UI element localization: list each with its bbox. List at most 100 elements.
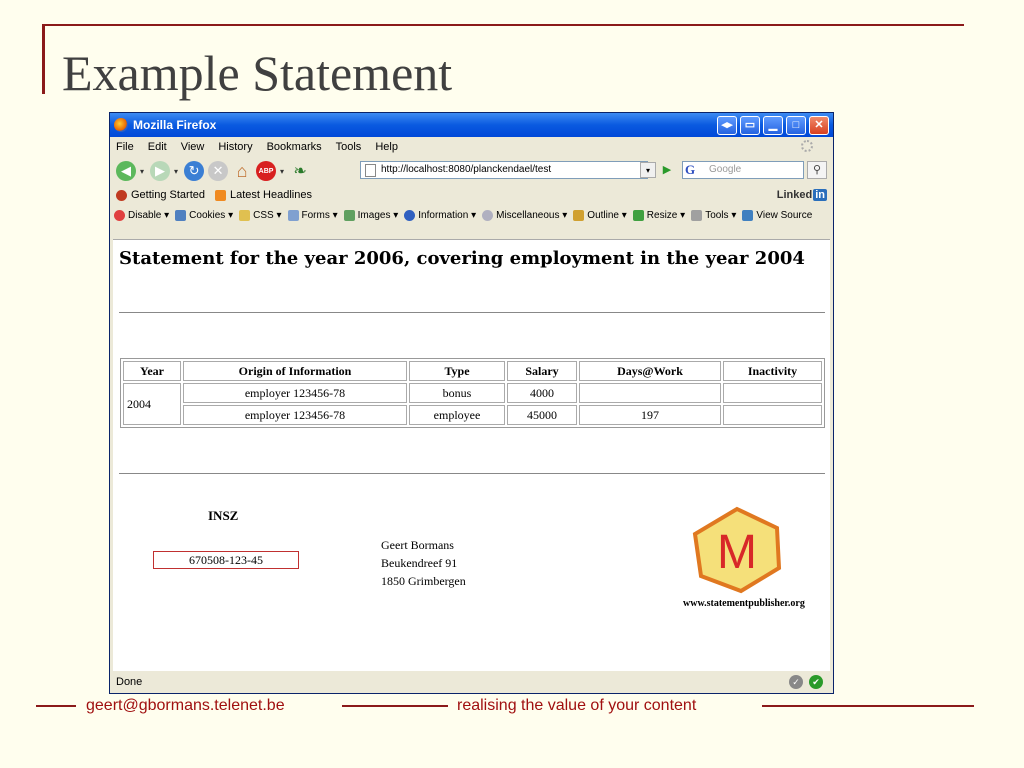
- close-button[interactable]: ✕: [809, 115, 829, 135]
- column-header: Type: [409, 361, 505, 381]
- firefox-bookmark-icon: [116, 189, 127, 201]
- devbar-information[interactable]: Information ▾: [404, 209, 476, 221]
- devbar-label: Outline: [587, 209, 619, 221]
- devbar-label: Images: [357, 209, 391, 221]
- devbar-label: Disable: [128, 209, 162, 221]
- firefox-logo-icon: [114, 118, 128, 132]
- devbar-outline[interactable]: Outline ▾: [573, 209, 627, 221]
- stop-icon[interactable]: ✕: [208, 161, 229, 181]
- url-dropdown-icon[interactable]: ▾: [640, 162, 656, 178]
- menu-view[interactable]: View: [181, 141, 205, 153]
- forms-icon: [287, 209, 299, 221]
- page-icon: [365, 164, 376, 177]
- url-bar[interactable]: http://localhost:8080/planckendael/test: [360, 161, 648, 179]
- maximize-button[interactable]: □: [786, 115, 806, 135]
- menu-history[interactable]: History: [218, 141, 252, 153]
- devbar-miscellaneous[interactable]: Miscellaneous ▾: [482, 209, 567, 221]
- column-header: Inactivity: [723, 361, 822, 381]
- back-icon[interactable]: ◀: [116, 161, 136, 181]
- resize-icon: [632, 209, 644, 221]
- forward-dropdown-icon[interactable]: ▾: [174, 167, 178, 176]
- logo-url: www.statementpublisher.org: [683, 598, 805, 609]
- page-content: Statement for the year 2006, covering em…: [113, 239, 830, 671]
- search-icon[interactable]: ⚲: [807, 161, 827, 179]
- web-developer-toolbar: Disable ▾ Cookies ▾ CSS ▾ Forms ▾ Images…: [110, 205, 833, 225]
- statementpublisher-logo-icon: M: [692, 506, 782, 594]
- google-icon: G: [685, 162, 696, 177]
- devbar-label: Information: [418, 209, 469, 221]
- bookmarks-bar: Getting Started Latest Headlines Linked i…: [110, 185, 833, 205]
- footer-tagline: realising the value of your content: [457, 697, 697, 714]
- address-block: Geert Bormans Beukendreef 91 1850 Grimbe…: [381, 536, 466, 590]
- linkedin-button[interactable]: Linked in: [777, 189, 827, 201]
- menu-help[interactable]: Help: [375, 141, 398, 153]
- leaf-icon[interactable]: ❧: [290, 161, 310, 181]
- status-text: Done: [116, 676, 143, 688]
- reload-icon[interactable]: ↻: [184, 161, 205, 181]
- devbar-label: View Source: [756, 209, 813, 221]
- adblock-dropdown-icon[interactable]: ▾: [280, 167, 284, 176]
- tools-icon: [691, 209, 703, 221]
- type-cell: bonus: [409, 383, 505, 403]
- days-cell: 197: [579, 405, 721, 425]
- images-icon: [343, 209, 355, 221]
- inactivity-cell: [723, 405, 822, 425]
- divider: [119, 312, 825, 313]
- menu-bar: File Edit View History Bookmarks Tools H…: [110, 137, 833, 157]
- devbar-label: Miscellaneous: [496, 209, 560, 221]
- column-header: Origin of Information: [183, 361, 407, 381]
- bookmark-getting-started[interactable]: Getting Started: [116, 189, 205, 201]
- status-bar: Done ✓ ✔: [110, 671, 833, 693]
- statement-heading: Statement for the year 2006, covering em…: [119, 248, 805, 269]
- days-cell: [579, 383, 721, 403]
- address-name: Geert Bormans: [381, 538, 454, 552]
- slide-title: Example Statement: [62, 45, 453, 101]
- table-row: 2004 employer 123456-78 bonus 4000: [123, 383, 822, 425]
- adblock-icon[interactable]: ABP: [256, 161, 277, 181]
- logo-letter: M: [717, 526, 757, 579]
- linkedin-icon: in: [813, 189, 827, 201]
- view-source-icon: [742, 209, 754, 221]
- devbar-disable[interactable]: Disable ▾: [114, 209, 169, 221]
- search-input[interactable]: G Google: [682, 161, 804, 179]
- status-ok-icon[interactable]: ✔: [809, 675, 823, 689]
- forward-icon[interactable]: ▶: [150, 161, 171, 181]
- devbar-css[interactable]: CSS ▾: [239, 209, 282, 221]
- title-bar: Mozilla Firefox ◂▸ ▭ ▁ □ ✕: [110, 113, 833, 137]
- devbar-resize[interactable]: Resize ▾: [632, 209, 685, 221]
- menu-tools[interactable]: Tools: [336, 141, 362, 153]
- footer-rule: [342, 705, 448, 707]
- table-row: employer 123456-78 employee 45000 197: [123, 405, 822, 425]
- browser-window: Mozilla Firefox ◂▸ ▭ ▁ □ ✕ File Edit Vie…: [109, 112, 834, 694]
- devbar-forms[interactable]: Forms ▾: [287, 209, 338, 221]
- menu-file[interactable]: File: [116, 141, 134, 153]
- outline-icon: [573, 209, 585, 221]
- go-icon[interactable]: ▶: [659, 162, 675, 178]
- column-header: Year: [123, 361, 181, 381]
- home-icon[interactable]: ⌂: [232, 161, 252, 181]
- address-city: 1850 Grimbergen: [381, 574, 466, 588]
- disable-icon: [114, 209, 125, 221]
- url-text: http://localhost:8080/planckendael/test: [381, 164, 552, 175]
- column-header: Salary: [507, 361, 577, 381]
- devbar-tools[interactable]: Tools ▾: [691, 209, 736, 221]
- devbar-cookies[interactable]: Cookies ▾: [175, 209, 233, 221]
- menu-bookmarks[interactable]: Bookmarks: [267, 141, 322, 153]
- column-header: Days@Work: [579, 361, 721, 381]
- menu-edit[interactable]: Edit: [148, 141, 167, 153]
- restore-icon[interactable]: ▭: [740, 115, 760, 135]
- devbar-label: Tools: [705, 209, 729, 221]
- status-addon-icon[interactable]: ✓: [789, 675, 803, 689]
- salary-cell: 45000: [507, 405, 577, 425]
- footer-rule: [36, 705, 76, 707]
- back-dropdown-icon[interactable]: ▾: [140, 167, 144, 176]
- extra-window-icon[interactable]: ◂▸: [717, 115, 737, 135]
- footer-email: geert@gbormans.telenet.be: [86, 697, 285, 714]
- slide-top-rule: [42, 24, 964, 26]
- year-cell: 2004: [123, 383, 181, 425]
- devbar-images[interactable]: Images ▾: [343, 209, 398, 221]
- devbar-view-source[interactable]: View Source: [742, 209, 813, 221]
- throbber-icon: [801, 140, 813, 152]
- bookmark-latest-headlines[interactable]: Latest Headlines: [215, 189, 312, 201]
- minimize-button[interactable]: ▁: [763, 115, 783, 135]
